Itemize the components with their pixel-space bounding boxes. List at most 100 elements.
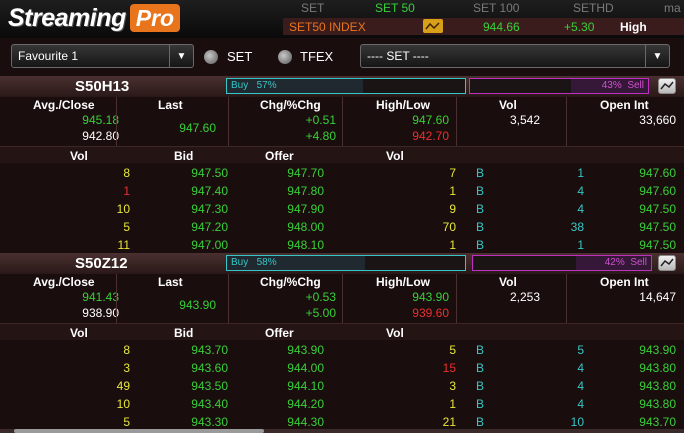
trade-side: B [476, 415, 485, 429]
offer-price: 948.00 [287, 220, 324, 234]
bid-volume: 8 [123, 166, 130, 180]
order-book-row: 3 943.60 944.00 15 B 4 943.80 [0, 359, 684, 376]
sell-text: Sell [630, 257, 647, 268]
market-dropdown[interactable]: ---- SET ---- ▼ [360, 44, 670, 68]
open-int-value: 14,647 [639, 290, 676, 304]
bid-price: 947.50 [191, 166, 228, 180]
offer-volume: 1 [449, 184, 456, 198]
buy-text: Buy [231, 257, 249, 268]
tab-set[interactable]: SET [301, 0, 324, 17]
col-offer: Offer [265, 149, 294, 163]
offer-volume: 7 [449, 166, 456, 180]
col-bid-vol: Vol [70, 326, 88, 340]
col-avg-close: Avg./Close [33, 98, 95, 112]
trade-price: 943.80 [639, 397, 676, 411]
tab-sethd[interactable]: SETHD [573, 0, 614, 17]
divider [116, 274, 117, 323]
index-tabs: SET SET 50 SET 100 SETHD ma [283, 0, 684, 17]
trade-count: 4 [577, 184, 584, 198]
col-vol: Vol [499, 98, 517, 112]
bid-price: 943.40 [191, 397, 228, 411]
sell-label: 43% Sell [602, 80, 644, 91]
divider [228, 97, 229, 146]
index-name: SET50 INDEX [289, 19, 366, 34]
bid-price: 947.00 [191, 238, 228, 252]
col-chg: Chg/%Chg [260, 98, 321, 112]
offer-volume: 15 [442, 361, 456, 375]
trade-price: 947.50 [639, 238, 676, 252]
favourite-dropdown[interactable]: Favourite 1 ▼ [11, 44, 194, 68]
buy-label: Buy 57% [231, 80, 277, 91]
offer-volume: 5 [449, 343, 456, 357]
chart-button[interactable] [658, 255, 676, 271]
col-offer-vol: Vol [386, 326, 404, 340]
divider [566, 97, 567, 146]
tab-set50[interactable]: SET 50 [375, 0, 415, 17]
sell-pressure-bar: 43% Sell [469, 78, 649, 94]
volume-value: 2,253 [509, 290, 540, 304]
col-vol: Vol [499, 275, 517, 289]
index-ticker: SET50 INDEX 944.66 +5.30 High [283, 18, 684, 35]
col-offer-vol: Vol [386, 149, 404, 163]
trade-count: 10 [570, 415, 584, 429]
divider [342, 274, 343, 323]
close-value: 938.90 [82, 306, 119, 320]
buy-pressure-bar: Buy 58% [226, 255, 466, 271]
col-bid: Bid [174, 326, 194, 340]
radio-set[interactable] [204, 50, 218, 64]
trade-price: 947.50 [639, 220, 676, 234]
index-status: High [620, 19, 647, 34]
symbol-title: S50Z12 [75, 255, 128, 272]
chart-button[interactable] [658, 78, 676, 94]
offer-price: 944.10 [287, 379, 324, 393]
offer-price: 944.00 [287, 361, 324, 375]
trade-count: 5 [577, 343, 584, 357]
horizontal-scrollbar[interactable] [0, 429, 684, 433]
tab-set100[interactable]: SET 100 [473, 0, 519, 17]
offer-volume: 1 [449, 397, 456, 411]
bid-price: 943.60 [191, 361, 228, 375]
high-value: 947.60 [412, 113, 449, 127]
radio-tfex[interactable] [278, 50, 292, 64]
col-last: Last [158, 98, 183, 112]
line-chart-icon [660, 81, 674, 90]
bid-price: 943.30 [191, 415, 228, 429]
trade-side: B [476, 202, 485, 216]
order-book-row: 5 947.20 948.00 70 B 38 947.50 [0, 218, 684, 235]
scrollbar-thumb[interactable] [14, 429, 264, 433]
bid-volume: 10 [116, 397, 130, 411]
high-value: 943.90 [412, 290, 449, 304]
trade-side: B [476, 238, 485, 252]
order-book-header: Vol Bid Offer Vol [0, 146, 684, 163]
radio-set-label: SET [227, 49, 253, 64]
open-int-value: 33,660 [639, 113, 676, 127]
trade-price: 943.80 [639, 379, 676, 393]
buy-label: Buy 58% [231, 257, 277, 268]
col-last: Last [158, 275, 183, 289]
trade-side: B [476, 379, 485, 393]
trade-side: B [476, 361, 485, 375]
quote-info: Avg./Close Last Chg/%Chg High/Low Vol Op… [0, 274, 684, 323]
col-bid: Bid [174, 149, 194, 163]
order-book-row: 11 947.00 948.10 1 B 1 947.50 [0, 236, 684, 253]
order-book-row: 10 943.40 944.20 1 B 4 943.80 [0, 395, 684, 412]
trade-count: 1 [577, 166, 584, 180]
bid-price: 943.70 [191, 343, 228, 357]
bid-price: 947.20 [191, 220, 228, 234]
tab-more[interactable]: ma [664, 0, 681, 17]
trade-price: 943.90 [639, 343, 676, 357]
change-value: +0.51 [305, 113, 336, 127]
index-chart-icon[interactable] [423, 19, 443, 33]
last-value: 947.60 [179, 121, 216, 135]
market-value: ---- SET ---- [367, 49, 429, 63]
trade-price: 947.60 [639, 184, 676, 198]
col-high-low: High/Low [376, 98, 430, 112]
bid-volume: 3 [123, 361, 130, 375]
sell-text: Sell [627, 80, 644, 91]
logo-text-pro: Pro [129, 4, 181, 32]
offer-volume: 70 [442, 220, 456, 234]
order-book-row: 1 947.40 947.80 1 B 4 947.60 [0, 182, 684, 199]
sell-pressure-bar: 42% Sell [472, 255, 652, 271]
bid-price: 947.30 [191, 202, 228, 216]
offer-price: 947.80 [287, 184, 324, 198]
